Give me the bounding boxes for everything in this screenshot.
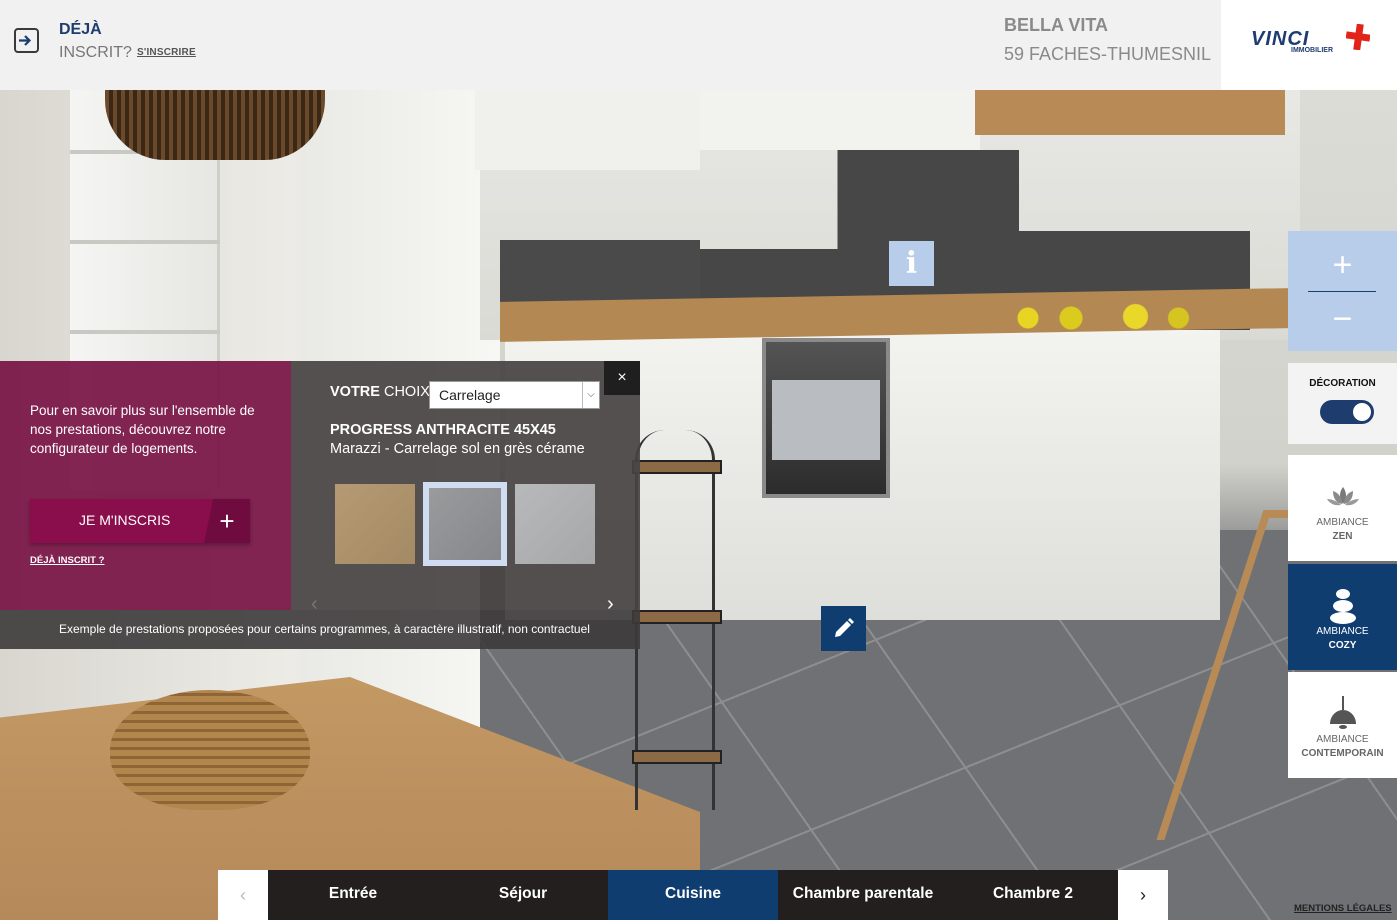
legal-mentions-link[interactable]: MENTIONS LÉGALES (1294, 903, 1392, 914)
program-name: BELLA VITA (1004, 15, 1108, 35)
product-description: Marazzi - Carrelage sol en grès cérame (330, 441, 585, 457)
edit-hotspot-button[interactable] (821, 606, 866, 651)
ambiance-name: COZY (1328, 640, 1357, 651)
swatch-beige[interactable] (335, 484, 415, 564)
close-icon[interactable]: × (604, 361, 640, 395)
already-registered-link[interactable]: DÉJÀ INSCRIT ? (30, 555, 104, 566)
zoom-divider (1308, 291, 1376, 292)
room-tab-sejour[interactable]: Séjour (438, 870, 608, 920)
stones-icon (1330, 589, 1356, 624)
scene-upper-cabinet (475, 90, 700, 170)
product-name: PROGRESS ANTHRACITE 45X45 (330, 422, 556, 438)
category-select-value: Carrelage (439, 387, 501, 403)
register-button[interactable]: JE M'INSCRIS + (30, 499, 250, 543)
pencil-icon (835, 618, 854, 637)
swatch-anthracite[interactable] (423, 482, 507, 566)
room-tab-chambre-parentale[interactable]: Chambre parentale (778, 870, 948, 920)
toggle-knob (1353, 403, 1371, 421)
info-hotspot-icon[interactable]: i (889, 241, 934, 286)
scene-oven-window (772, 380, 880, 460)
disclaimer-text: Exemple de prestations proposées pour ce… (59, 622, 590, 636)
ambiance-cozy-button[interactable]: AMBIANCE COZY (1288, 564, 1397, 670)
decoration-panel: DÉCORATION (1288, 363, 1397, 444)
promo-text: Pour en savoir plus sur l'ensemble de no… (30, 403, 255, 456)
vinci-logo[interactable]: VINCI IMMOBILIER (1221, 0, 1397, 90)
ambiance-title: AMBIANCE (1316, 517, 1369, 528)
register-button-label: JE M'INSCRIS (79, 512, 171, 528)
ambiance-name: ZEN (1332, 531, 1353, 542)
zoom-controls: + − (1288, 231, 1397, 351)
login-subtitle[interactable]: INSCRIT? (59, 44, 132, 62)
chevron-down-icon: ⌵ (582, 382, 599, 408)
configurator-panel: VOTRE CHOIX Carrelage ⌵ PROGRESS ANTHRAC… (291, 361, 640, 615)
plus-icon: + (204, 499, 250, 543)
program-city: 59 FACHES-THUMESNIL (1004, 44, 1212, 64)
register-link[interactable]: S'INSCRIRE (137, 47, 196, 58)
scene-pendant-lamp (105, 90, 325, 160)
scene-shelf (70, 240, 220, 244)
vinci-cross-icon (1346, 24, 1370, 50)
scene-shelf (70, 330, 220, 334)
room-prev-icon[interactable]: ‹ (218, 870, 268, 920)
decoration-label: DÉCORATION (1309, 378, 1376, 389)
disclaimer-bar: Exemple de prestations proposées pour ce… (0, 610, 640, 649)
scene-basket (110, 690, 310, 810)
logo-sub: IMMOBILIER (1291, 47, 1333, 54)
room-tab-entree[interactable]: Entrée (268, 870, 438, 920)
login-title[interactable]: DÉJÀ (59, 21, 102, 39)
zoom-out-button[interactable]: − (1288, 295, 1397, 343)
scene-upper-cabinet (700, 90, 980, 150)
lotus-icon (1327, 487, 1359, 506)
scene-lemons (985, 303, 1200, 333)
room-tab-chambre-2[interactable]: Chambre 2 (948, 870, 1118, 920)
category-select[interactable]: Carrelage ⌵ (429, 381, 600, 409)
room-next-icon[interactable]: › (1118, 870, 1168, 920)
ambiance-contemporain-button[interactable]: AMBIANCE CONTEMPORAIN (1288, 672, 1397, 778)
login-icon[interactable] (14, 28, 39, 53)
zoom-in-button[interactable]: + (1288, 241, 1397, 289)
ambiance-title: AMBIANCE (1316, 734, 1369, 745)
promo-panel: Pour en savoir plus sur l'ensemble de no… (0, 361, 291, 610)
ambiance-zen-button[interactable]: AMBIANCE ZEN (1288, 455, 1397, 561)
choice-label: VOTRE CHOIX (330, 384, 430, 400)
scene-cart-shelf (632, 460, 722, 474)
top-header: DÉJÀ INSCRIT? S'INSCRIRE BELLA VITA 59 F… (0, 0, 1397, 90)
scene-cart-shelf (632, 610, 722, 624)
ambiance-name: CONTEMPORAIN (1301, 748, 1384, 759)
decoration-toggle[interactable] (1320, 400, 1374, 424)
ambiance-title: AMBIANCE (1316, 626, 1369, 637)
room-tab-cuisine[interactable]: Cuisine (608, 870, 778, 920)
scene-cart-shelf (632, 750, 722, 764)
pendant-lamp-icon (1330, 696, 1356, 729)
swatch-light-grey[interactable] (515, 484, 595, 564)
scene-wood-shelf (975, 90, 1285, 135)
